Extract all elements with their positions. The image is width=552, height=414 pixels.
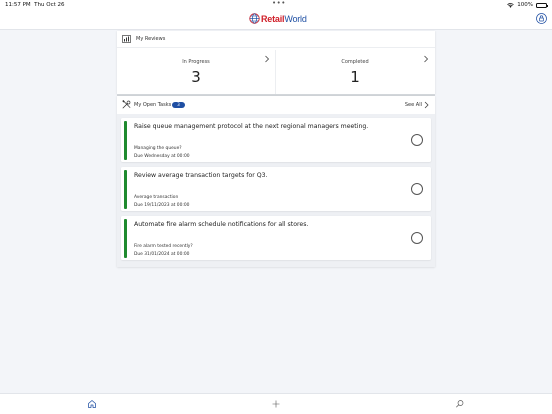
chevron-right-icon [265,55,270,63]
battery-percent: 100% [517,2,533,8]
my-open-tasks-title: My Open Tasks [134,102,172,108]
home-icon[interactable] [87,399,97,409]
stat-value: 3 [191,68,201,86]
task-title: Raise queue management protocol at the n… [134,123,369,130]
bottom-tab-bar [0,393,552,414]
plus-icon[interactable] [271,399,281,409]
task-complete-checkbox[interactable] [411,134,423,146]
task-subtitle: Managing the queue? [134,146,182,151]
brand-name-part2: World [284,13,307,24]
my-reviews-title: My Reviews [136,36,166,42]
task-status-bar [124,121,127,160]
battery-icon [536,2,548,8]
wifi-icon [507,2,515,8]
app-logo: RetailWorld [249,13,307,24]
chevron-right-icon[interactable] [424,101,429,109]
task-complete-checkbox[interactable] [411,183,423,195]
stat-label: Completed [341,59,369,65]
task-subtitle: Average transaction [134,195,179,200]
task-title: Review average transaction targets for Q… [134,172,268,179]
app-header: RetailWorld [0,10,552,30]
status-time-value: 11:57 PM [5,2,31,8]
see-all-link[interactable]: See All [405,102,422,108]
task-complete-checkbox[interactable] [411,232,423,244]
task-due: Due 31/01/2024 at 00:00 [134,252,190,257]
bar-chart-icon [122,35,131,43]
brand-name: RetailWorld [261,14,307,24]
my-open-tasks-card: My Open Tasks 3 See All Raise queue mana… [117,96,435,267]
stat-label: In Progress [182,59,210,65]
status-time: 11:57 PM Thu Oct 26 [5,2,65,8]
task-status-bar [124,170,127,209]
task-item[interactable]: Raise queue management protocol at the n… [121,118,431,162]
task-item[interactable]: Automate fire alarm schedule notificatio… [121,216,431,260]
my-open-tasks-header: My Open Tasks 3 See All [117,96,435,114]
task-item[interactable]: Review average transaction targets for Q… [121,167,431,211]
task-due: Due Wednesday at 00:00 [134,154,190,159]
brand-name-part1: Retail [261,13,285,24]
my-reviews-header: My Reviews [117,31,435,48]
task-title: Automate fire alarm schedule notificatio… [134,221,309,228]
status-bar: 11:57 PM Thu Oct 26 ••• 100% [0,0,552,10]
globe-icon [249,13,260,24]
profile-lock-icon[interactable] [536,13,547,24]
status-date: Thu Oct 26 [34,2,65,8]
chevron-right-icon [424,55,429,63]
search-icon[interactable] [455,399,465,409]
stat-value: 1 [350,68,360,86]
task-status-bar [124,219,127,258]
stat-completed[interactable]: Completed 1 [276,50,434,94]
task-subtitle: Fire alarm tested recently? [134,244,193,249]
multitask-dots-icon[interactable]: ••• [272,0,286,7]
status-indicators: 100% [507,2,548,8]
stat-in-progress[interactable]: In Progress 3 [117,50,275,94]
my-reviews-card: My Reviews In Progress 3 Completed 1 [117,31,435,94]
tools-icon [122,100,131,109]
task-due: Due 19/11/2023 at 00:00 [134,203,190,208]
task-count-badge: 3 [172,101,185,108]
